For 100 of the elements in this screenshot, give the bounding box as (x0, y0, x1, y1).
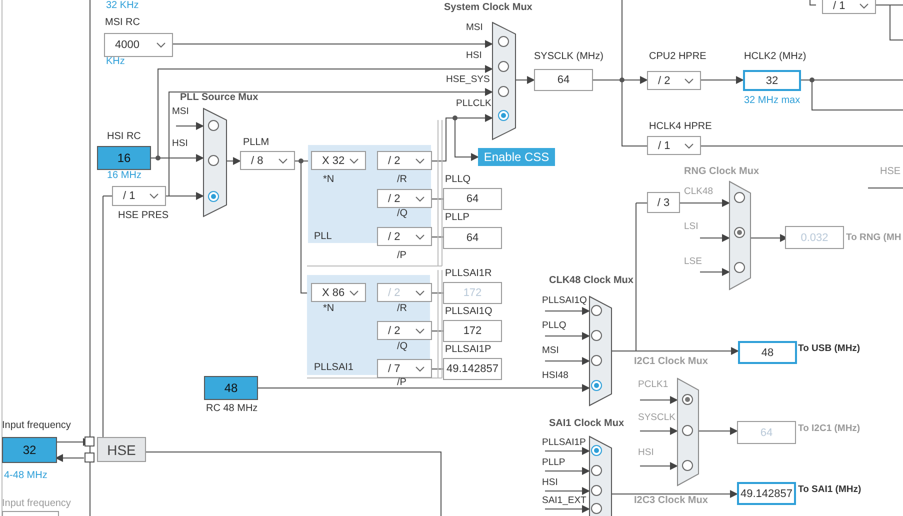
dropdown[interactable]: 4000 (104, 33, 173, 57)
mux-input-label: PLLCLK (456, 98, 492, 110)
output-label: To SAI1 (MHz) (798, 484, 862, 496)
mux-title: System Clock Mux (444, 2, 532, 14)
unit-label: 16 MHz (107, 170, 142, 182)
divider-label: /Q (397, 341, 408, 353)
chevron-down-icon (149, 193, 159, 199)
output-label: PLLQ (445, 174, 471, 186)
range-label: 4-48 MHz (4, 470, 48, 482)
mux-input-label: PLLQ (542, 320, 566, 332)
dropdown[interactable]: X 32 (311, 151, 366, 170)
chevron-down-icon (415, 290, 425, 296)
dropdown[interactable]: / 1 (822, 0, 876, 14)
output-label: PLLP (445, 212, 470, 224)
chevron-down-icon (415, 196, 425, 202)
unit-label: 32 KHz (106, 0, 139, 12)
limit-note: 32 MHz max (744, 95, 800, 107)
input-frequency-label: Input frequency (2, 420, 71, 432)
output-label: To USB (MHz) (798, 343, 860, 355)
mux-input-label: MSI (172, 106, 189, 118)
input-frequency-label: Input frequency (2, 498, 71, 510)
dropdown[interactable]: X 86 (311, 283, 366, 302)
mux-input-label: PLLSAI1Q (542, 295, 587, 307)
dropdown[interactable]: / 2 (377, 321, 432, 340)
dropdown[interactable]: / 2 (377, 189, 432, 208)
chevron-down-icon (278, 158, 288, 164)
mux-title: PLL Source Mux (180, 92, 258, 104)
value-field: 64 (443, 227, 502, 249)
dropdown[interactable]: / 7 (377, 359, 432, 378)
mux-input-label: PCLK1 (638, 379, 668, 391)
dropdown[interactable]: / 2 (377, 151, 432, 170)
value-field: 0.032 (785, 226, 844, 249)
block-label: RC 48 MHz (206, 403, 258, 415)
multiplier-label: *N (323, 174, 334, 186)
output-label: To I2C1 (MHz) (798, 423, 860, 435)
dropdown[interactable]: / 8 (240, 151, 295, 170)
chevron-down-icon (859, 2, 869, 8)
value-field: 49.142857 (737, 482, 796, 505)
divider-label: /R (397, 303, 407, 315)
chevron-down-icon (349, 290, 359, 296)
block-label: HSE (880, 166, 901, 178)
dropdown[interactable]: / 1 (112, 186, 166, 206)
chevron-down-icon (349, 158, 359, 164)
dropdown[interactable]: / 2 (377, 227, 432, 246)
mux-input-label: LSI (684, 221, 698, 233)
divider-label: /R (397, 174, 407, 186)
mux-input-label: HSI (542, 477, 558, 489)
block-label: MSI RC (105, 17, 140, 29)
mux-title: I2C1 Clock Mux (634, 356, 708, 368)
block-label: HCLK4 HPRE (649, 121, 712, 133)
mux-input-label: HSI48 (542, 370, 568, 382)
divider-label: /P (397, 250, 406, 262)
block-label: HSE PRES (118, 210, 169, 222)
mux-input-label: HSI (172, 138, 188, 150)
output-label: PLLSAI1Q (445, 306, 492, 318)
output-label: PLLSAI1P (445, 344, 492, 356)
block-label: HCLK2 (MHz) (744, 51, 806, 63)
block-label: SYSCLK (MHz) (534, 51, 604, 63)
dropdown[interactable]: / 1 (647, 136, 701, 155)
chevron-down-icon (156, 42, 166, 48)
chevron-down-icon (415, 328, 425, 334)
mux-input-label: SYSCLK (638, 412, 676, 424)
unit-label: KHz (106, 56, 125, 68)
value-field: 172 (443, 320, 502, 342)
divider-label: /P (397, 377, 406, 389)
multiplier-label: *N (323, 303, 334, 315)
value-field: 32 (743, 70, 801, 91)
chevron-down-icon (684, 142, 694, 148)
chevron-down-icon (415, 234, 425, 240)
chevron-down-icon (415, 366, 425, 372)
pll-label: PLL (314, 231, 332, 243)
block-label: HSI RC (107, 131, 141, 143)
mux-title: RNG Clock Mux (684, 166, 760, 178)
value-field: 64 (443, 188, 502, 210)
frequency-field: 48 (204, 376, 258, 400)
frequency-field[interactable]: 16 (97, 146, 151, 170)
mux-input-label: LSE (684, 256, 702, 268)
mux-title: CLK48 Clock Mux (549, 275, 634, 287)
pll-label: PLLSAI1 (314, 362, 354, 374)
chevron-down-icon (684, 78, 694, 84)
value-field: 48 (738, 341, 797, 364)
mux-input-label: PLLP (542, 457, 566, 469)
mux-input-label: PLLSAI1P (542, 437, 586, 449)
mux-input-label: CLK48 (684, 186, 714, 198)
mux-title: I2C3 Clock Mux (634, 495, 708, 507)
output-label: To RNG (MH (846, 232, 902, 244)
value-field: 49.142857 (443, 358, 502, 380)
mux-input-label: MSI (542, 345, 559, 357)
mux-input-label: SAI1_EXT (542, 495, 586, 507)
value-field: 64 (737, 421, 796, 444)
value-field: 64 (534, 69, 593, 91)
mux-input-label: HSE_SYS (446, 74, 490, 86)
output-label: PLLSAI1R (445, 268, 492, 280)
mux-title: SAI1 Clock Mux (549, 418, 624, 430)
mux-input-label: MSI (466, 22, 483, 34)
dropdown[interactable]: / 2 (647, 71, 701, 90)
divider-label: /Q (397, 208, 408, 220)
frequency-field[interactable]: 32 (2, 437, 57, 463)
block-label: CPU2 HPRE (649, 51, 706, 63)
mux-input-label: HSI (466, 50, 482, 62)
